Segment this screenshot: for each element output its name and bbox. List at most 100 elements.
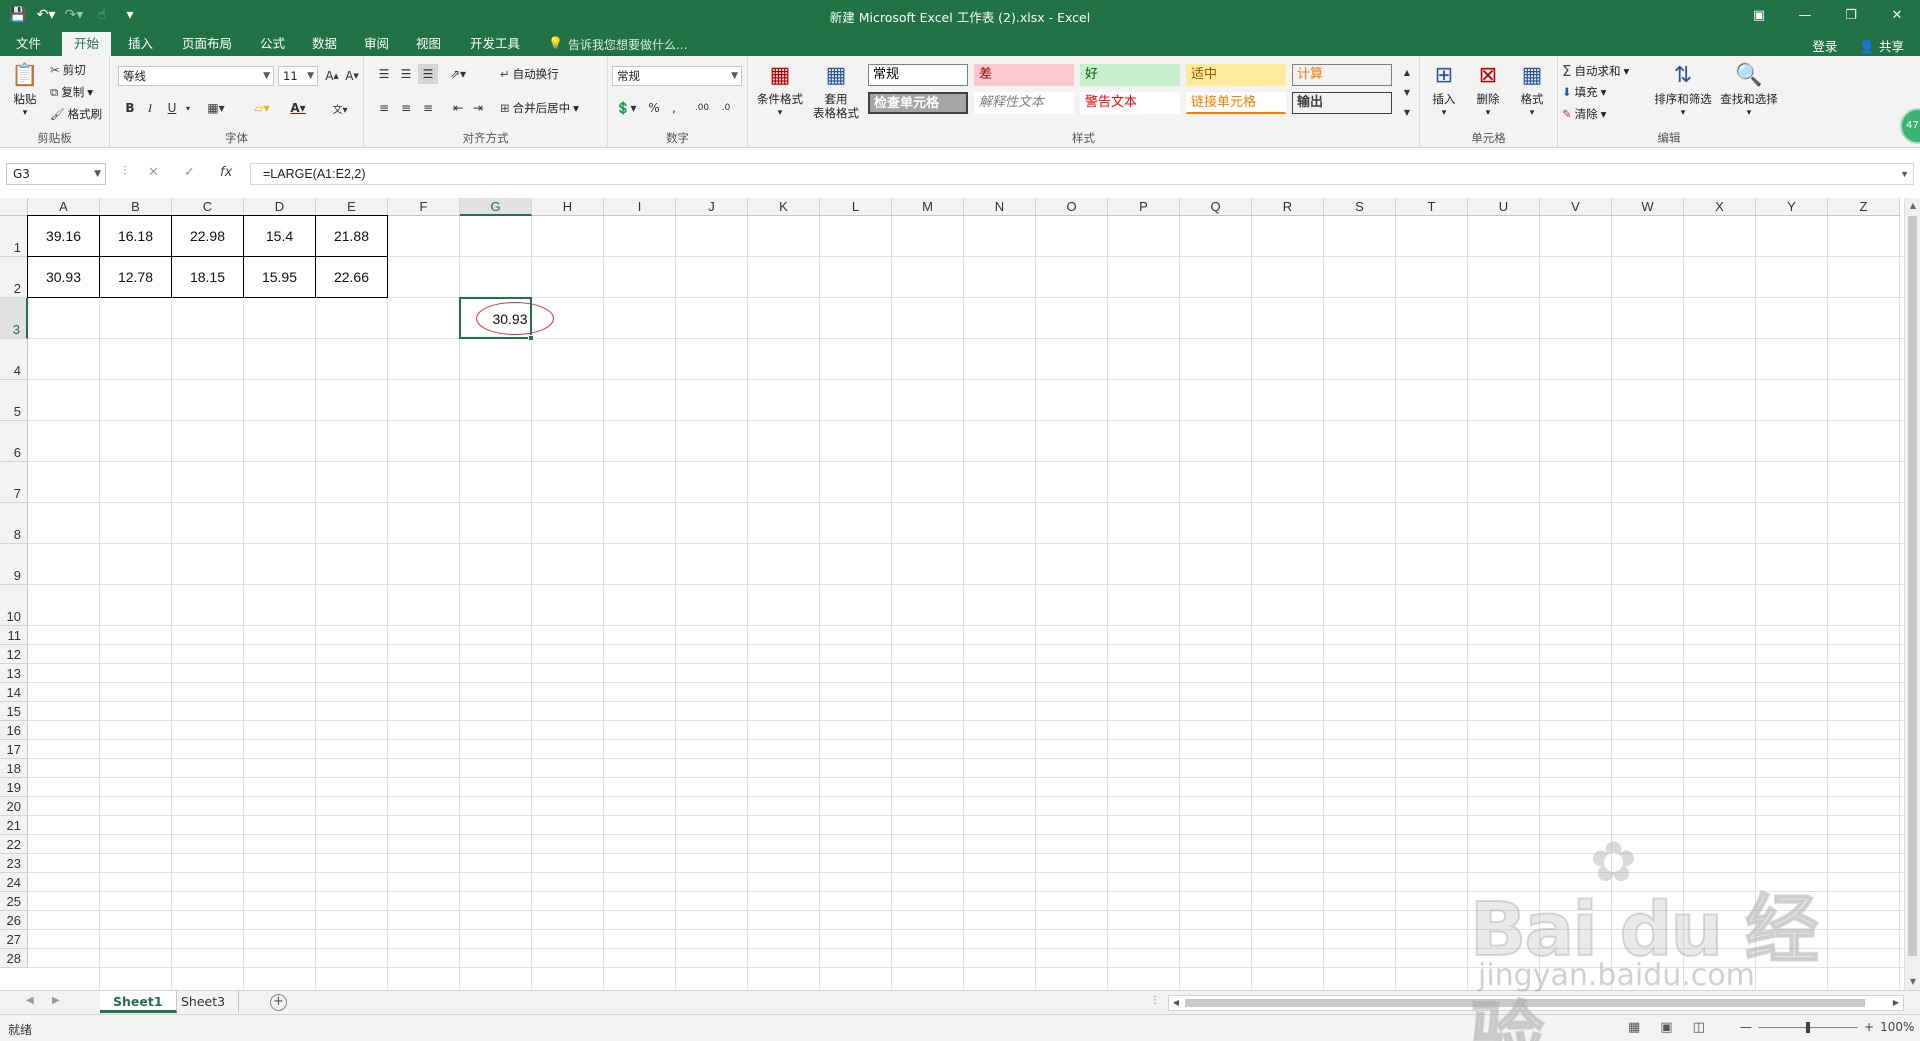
cell-a1[interactable]: 39.16 — [28, 216, 100, 257]
row-header-25[interactable]: 25 — [0, 892, 28, 911]
shrink-font-icon[interactable]: A ▼ — [342, 66, 362, 86]
copy-button[interactable]: ⧉ 复制 ▾ — [50, 84, 93, 100]
confirm-entry-icon[interactable]: ✓ — [184, 165, 195, 180]
row-header-21[interactable]: 21 — [0, 816, 28, 835]
clear-button[interactable]: ✎ 清除 ▾ — [1562, 106, 1606, 122]
column-header-q[interactable]: Q — [1180, 198, 1252, 216]
row-header-4[interactable]: 4 — [0, 339, 28, 380]
column-header-p[interactable]: P — [1108, 198, 1180, 216]
row-header-19[interactable]: 19 — [0, 778, 28, 797]
cell-d2[interactable]: 15.95 — [244, 257, 316, 298]
tab-review[interactable]: 审阅 — [352, 32, 401, 56]
font-color-icon[interactable]: A▾ — [288, 98, 308, 118]
find-select-button[interactable]: 🔍 查找和选择 ▾ — [1716, 60, 1782, 120]
column-header-s[interactable]: S — [1324, 198, 1396, 216]
cell-e1[interactable]: 21.88 — [316, 216, 388, 257]
gallery-down-icon[interactable]: ▼ — [1400, 82, 1414, 102]
insert-function-icon[interactable]: fx — [220, 165, 232, 180]
sheet-tab-sheet1[interactable]: Sheet1 — [100, 991, 177, 1013]
cell-style-0[interactable]: 常规 — [868, 64, 968, 86]
row-header-8[interactable]: 8 — [0, 503, 28, 544]
border-icon[interactable]: ▦▾ — [206, 98, 226, 118]
orientation-icon[interactable]: ⇗▾ — [448, 64, 468, 84]
next-sheet-icon[interactable]: ▶ — [52, 995, 60, 1006]
column-header-f[interactable]: F — [388, 198, 460, 216]
row-header-17[interactable]: 17 — [0, 740, 28, 759]
underline-options-icon[interactable]: ▾ — [178, 98, 198, 118]
sheet-tab-sheet3[interactable]: Sheet3 — [168, 991, 240, 1013]
cell-style-6[interactable]: 解释性文本 — [974, 92, 1074, 114]
column-header-u[interactable]: U — [1468, 198, 1540, 216]
align-middle-icon[interactable]: ☰ — [396, 64, 416, 84]
scroll-right-icon[interactable]: ▶ — [1889, 996, 1903, 1010]
tab-home[interactable]: 开始 — [62, 32, 112, 56]
align-top-icon[interactable]: ☰ — [374, 64, 394, 84]
column-header-c[interactable]: C — [172, 198, 244, 216]
gallery-more-icon[interactable]: ▼ — [1400, 102, 1414, 122]
font-name-select[interactable]: 等线 ▼ — [118, 66, 274, 86]
row-header-14[interactable]: 14 — [0, 683, 28, 702]
column-header-d[interactable]: D — [244, 198, 316, 216]
column-header-i[interactable]: I — [604, 198, 676, 216]
row-header-16[interactable]: 16 — [0, 721, 28, 740]
normal-view-icon[interactable]: ▦ — [1628, 1020, 1640, 1035]
grow-font-icon[interactable]: A ▲ — [322, 66, 342, 86]
column-header-w[interactable]: W — [1612, 198, 1684, 216]
decrease-indent-icon[interactable]: ⇤ — [448, 98, 468, 118]
insert-cells-button[interactable]: ⊞ 插入 ▾ — [1422, 60, 1466, 120]
share-button[interactable]: 👤 共享 — [1859, 36, 1904, 55]
autosum-button[interactable]: Σ 自动求和 ▾ — [1562, 62, 1629, 80]
column-header-a[interactable]: A — [28, 198, 100, 216]
column-header-z[interactable]: Z — [1828, 198, 1900, 216]
scroll-left-icon[interactable]: ◀ — [1169, 996, 1183, 1010]
prev-sheet-icon[interactable]: ◀ — [26, 995, 34, 1006]
scroll-down-icon[interactable]: ▼ — [1905, 974, 1920, 990]
cell-style-5[interactable]: 检查单元格 — [868, 92, 968, 114]
select-all-corner[interactable] — [0, 198, 28, 216]
cell-style-7[interactable]: 警告文本 — [1080, 92, 1180, 114]
wrap-text-button[interactable]: ↵ 自动换行 — [500, 66, 559, 82]
row-header-12[interactable]: 12 — [0, 645, 28, 664]
cell-style-9[interactable]: 输出 — [1292, 92, 1392, 114]
column-header-j[interactable]: J — [676, 198, 748, 216]
column-header-h[interactable]: H — [532, 198, 604, 216]
tab-developer[interactable]: 开发工具 — [458, 32, 532, 56]
zoom-in-icon[interactable]: + — [1864, 1020, 1874, 1034]
cell-style-8[interactable]: 链接单元格 — [1186, 92, 1286, 114]
row-header-1[interactable]: 1 — [0, 216, 28, 257]
row-header-27[interactable]: 27 — [0, 930, 28, 949]
page-layout-view-icon[interactable]: ▣ — [1660, 1020, 1672, 1035]
minimize-icon[interactable]: — — [1782, 0, 1828, 30]
column-header-e[interactable]: E — [316, 198, 388, 216]
column-header-m[interactable]: M — [892, 198, 964, 216]
row-header-20[interactable]: 20 — [0, 797, 28, 816]
column-header-x[interactable]: X — [1684, 198, 1756, 216]
page-break-view-icon[interactable]: ◫ — [1693, 1020, 1705, 1035]
vertical-scrollbar[interactable]: ▲ ▼ — [1904, 198, 1920, 990]
login-link[interactable]: 登录 — [1812, 36, 1837, 55]
merge-center-button[interactable]: ⊞ 合并后居中 ▾ — [500, 100, 579, 116]
fill-button[interactable]: ⬇ 填充 ▾ — [1562, 84, 1606, 100]
align-left-icon[interactable]: ≡ — [374, 98, 394, 118]
align-center-icon[interactable]: ≡ — [396, 98, 416, 118]
column-header-k[interactable]: K — [748, 198, 820, 216]
cell-d1[interactable]: 15.4 — [244, 216, 316, 257]
cell-style-1[interactable]: 差 — [974, 64, 1074, 86]
sort-filter-button[interactable]: ⇅ 排序和筛选 ▾ — [1650, 60, 1716, 120]
row-header-7[interactable]: 7 — [0, 462, 28, 503]
row-header-3[interactable]: 3 — [0, 298, 28, 339]
cell-c2[interactable]: 18.15 — [172, 257, 244, 298]
tab-insert[interactable]: 插入 — [116, 32, 165, 56]
gallery-up-icon[interactable]: ▲ — [1400, 62, 1414, 82]
split-handle-icon[interactable]: ⋮ — [1150, 995, 1160, 1006]
italic-icon[interactable]: I — [140, 98, 160, 118]
cancel-entry-icon[interactable]: ✕ — [148, 165, 159, 180]
column-header-y[interactable]: Y — [1756, 198, 1828, 216]
cell-e2[interactable]: 22.66 — [316, 257, 388, 298]
column-header-g[interactable]: G — [460, 198, 532, 216]
worksheet-grid[interactable]: A B C D E F G H I J K L M N O P Q R S T U V W X Y Z 1 2 3 4 5 6 7 8 9 10 11 1… — [0, 198, 1904, 990]
row-header-23[interactable]: 23 — [0, 854, 28, 873]
row-header-18[interactable]: 18 — [0, 759, 28, 778]
format-cells-button[interactable]: ▦ 格式 ▾ — [1510, 60, 1554, 120]
row-header-5[interactable]: 5 — [0, 380, 28, 421]
